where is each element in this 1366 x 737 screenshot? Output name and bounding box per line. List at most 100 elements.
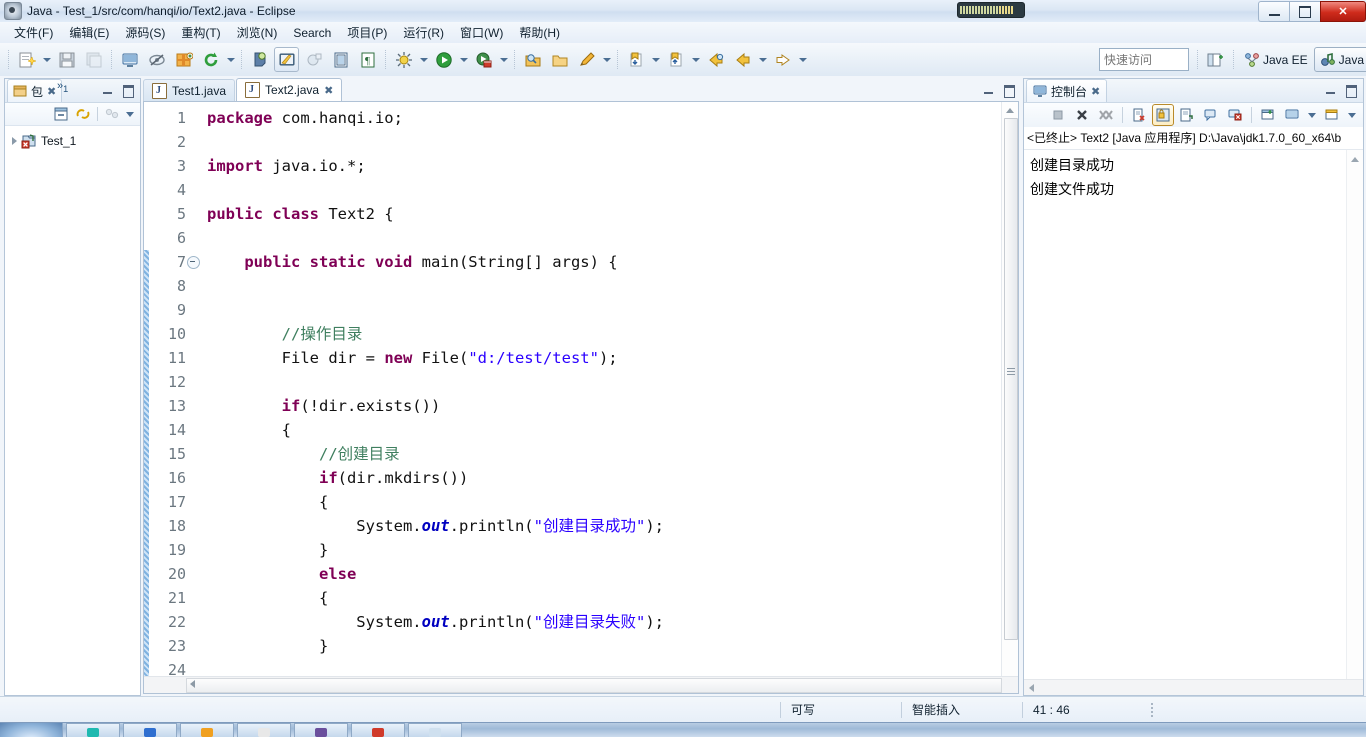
word-wrap-icon[interactable] <box>1176 104 1198 126</box>
close-button[interactable]: ✕ <box>1320 1 1366 22</box>
console-vertical-scrollbar[interactable] <box>1346 150 1363 679</box>
display-selected-console-dropdown-icon[interactable] <box>1308 112 1316 118</box>
remove-all-terminated-icon[interactable] <box>1095 104 1117 126</box>
stop-icon[interactable] <box>1047 104 1069 126</box>
new-console-view-icon[interactable] <box>1321 104 1343 126</box>
code-line[interactable]: System.out.println("创建目录成功"); <box>201 514 1001 538</box>
menu-project[interactable]: 项目(P) <box>339 22 395 43</box>
code-line[interactable]: { <box>201 490 1001 514</box>
clear-console-icon[interactable] <box>1128 104 1150 126</box>
next-edit-dropdown[interactable] <box>689 49 702 71</box>
run-external-tools-button[interactable] <box>471 47 496 72</box>
open-perspective-button[interactable] <box>1203 47 1228 72</box>
show-console-on-output-icon[interactable] <box>1200 104 1222 126</box>
source-code[interactable]: package com.hanqi.io; import java.io.*; … <box>201 102 1001 676</box>
code-line[interactable]: File dir = new File("d:/test/test"); <box>201 346 1001 370</box>
editor-vertical-scrollbar[interactable] <box>1001 102 1018 676</box>
run-dropdown[interactable] <box>457 49 470 71</box>
maximize-icon[interactable] <box>1003 84 1015 98</box>
code-line[interactable] <box>201 370 1001 394</box>
save-button[interactable] <box>54 47 79 72</box>
code-line[interactable]: { <box>201 418 1001 442</box>
debug-button[interactable] <box>391 47 416 72</box>
previous-edit-dropdown[interactable] <box>649 49 662 71</box>
restore-button[interactable] <box>1289 1 1320 22</box>
external-tools-dropdown[interactable] <box>497 49 510 71</box>
display-selected-console-icon[interactable] <box>1281 104 1303 126</box>
open-type-button[interactable] <box>328 47 353 72</box>
console-body[interactable]: 创建目录成功 创建文件成功 <box>1024 150 1363 679</box>
pin-console-icon[interactable] <box>1257 104 1279 126</box>
code-line[interactable]: else <box>201 562 1001 586</box>
menu-source[interactable]: 源码(S) <box>117 22 173 43</box>
fold-collapse-icon[interactable] <box>187 256 200 269</box>
menu-file[interactable]: 文件(F) <box>6 22 61 43</box>
forward-button[interactable] <box>770 47 795 72</box>
taskbar-item[interactable] <box>237 723 291 737</box>
code-line[interactable]: //操作目录 <box>201 322 1001 346</box>
new-wizard-dropdown[interactable] <box>40 49 53 71</box>
forward-dropdown[interactable] <box>796 49 809 71</box>
last-edit-location-button[interactable] <box>547 47 572 72</box>
focus-on-active-task-icon[interactable] <box>104 106 120 122</box>
new-console-view-dropdown-icon[interactable] <box>1348 112 1356 118</box>
start-button[interactable] <box>0 723 63 737</box>
close-icon[interactable]: ✖ <box>1091 85 1100 98</box>
maximize-icon[interactable] <box>1345 84 1357 98</box>
code-line[interactable]: System.out.println("创建目录失败"); <box>201 610 1001 634</box>
taskbar-item[interactable] <box>180 723 234 737</box>
resize-grip[interactable] <box>1151 703 1153 717</box>
tab-console[interactable]: 控制台 ✖ <box>1026 79 1108 102</box>
save-all-button[interactable] <box>81 47 106 72</box>
code-line[interactable] <box>201 298 1001 322</box>
open-search-dialog-button[interactable] <box>520 47 545 72</box>
taskbar-item[interactable] <box>408 723 462 737</box>
code-line[interactable]: public static void main(String[] args) { <box>201 250 1001 274</box>
code-line[interactable] <box>201 130 1001 154</box>
editor-tab-text2[interactable]: Text2.java ✖ <box>236 78 343 101</box>
minimize-icon[interactable] <box>102 84 114 96</box>
code-line[interactable]: if(dir.mkdirs()) <box>201 466 1001 490</box>
folding-ruler[interactable] <box>189 102 201 676</box>
code-line[interactable]: //创建目录 <box>201 442 1001 466</box>
scrollbar-track[interactable] <box>186 678 1002 693</box>
code-line[interactable]: { <box>201 586 1001 610</box>
taskbar-item[interactable] <box>294 723 348 737</box>
close-icon[interactable]: ✖ <box>324 84 333 97</box>
back-dropdown[interactable] <box>756 49 769 71</box>
editor-horizontal-scrollbar[interactable] <box>144 676 1018 693</box>
code-line[interactable]: package com.hanqi.io; <box>201 106 1001 130</box>
tab-package-explorer[interactable]: 包 ✖ <box>7 79 63 102</box>
maximize-icon[interactable] <box>122 84 134 98</box>
menu-refactor[interactable]: 重构(T) <box>173 22 228 43</box>
taskbar-item[interactable] <box>351 723 405 737</box>
minimize-button[interactable] <box>1258 1 1289 22</box>
new-wizard-button[interactable] <box>14 47 39 72</box>
scroll-up-icon[interactable] <box>1004 104 1016 117</box>
scrollbar-thumb[interactable] <box>1004 118 1018 640</box>
collapse-all-icon[interactable] <box>53 106 69 122</box>
menu-edit[interactable]: 编辑(E) <box>61 22 117 43</box>
menu-help[interactable]: 帮助(H) <box>511 22 568 43</box>
refresh-button[interactable] <box>198 47 223 72</box>
tree-item-test-1[interactable]: Test_1 <box>9 132 140 150</box>
toggle-pilcrow-button[interactable]: ¶ <box>355 47 380 72</box>
code-line[interactable]: } <box>201 538 1001 562</box>
terminate-icon[interactable] <box>1071 104 1093 126</box>
code-line[interactable] <box>201 226 1001 250</box>
toggle-mark-occurrences-button[interactable] <box>247 47 272 72</box>
editor-tab-test1[interactable]: Test1.java <box>143 79 236 101</box>
debug-dropdown[interactable] <box>417 49 430 71</box>
refresh-dropdown[interactable] <box>224 49 237 71</box>
scroll-lock-icon[interactable] <box>1152 104 1174 126</box>
minimize-icon[interactable] <box>983 84 995 96</box>
skip-breakpoints-button[interactable] <box>144 47 169 72</box>
code-line[interactable] <box>201 274 1001 298</box>
close-icon[interactable]: ✖ <box>47 85 56 98</box>
menu-navigate[interactable]: 浏览(N) <box>229 22 286 43</box>
taskbar-item[interactable] <box>123 723 177 737</box>
next-annotation-button[interactable] <box>574 47 599 72</box>
taskbar-item[interactable] <box>66 723 120 737</box>
run-button[interactable] <box>431 47 456 72</box>
code-line[interactable] <box>201 178 1001 202</box>
